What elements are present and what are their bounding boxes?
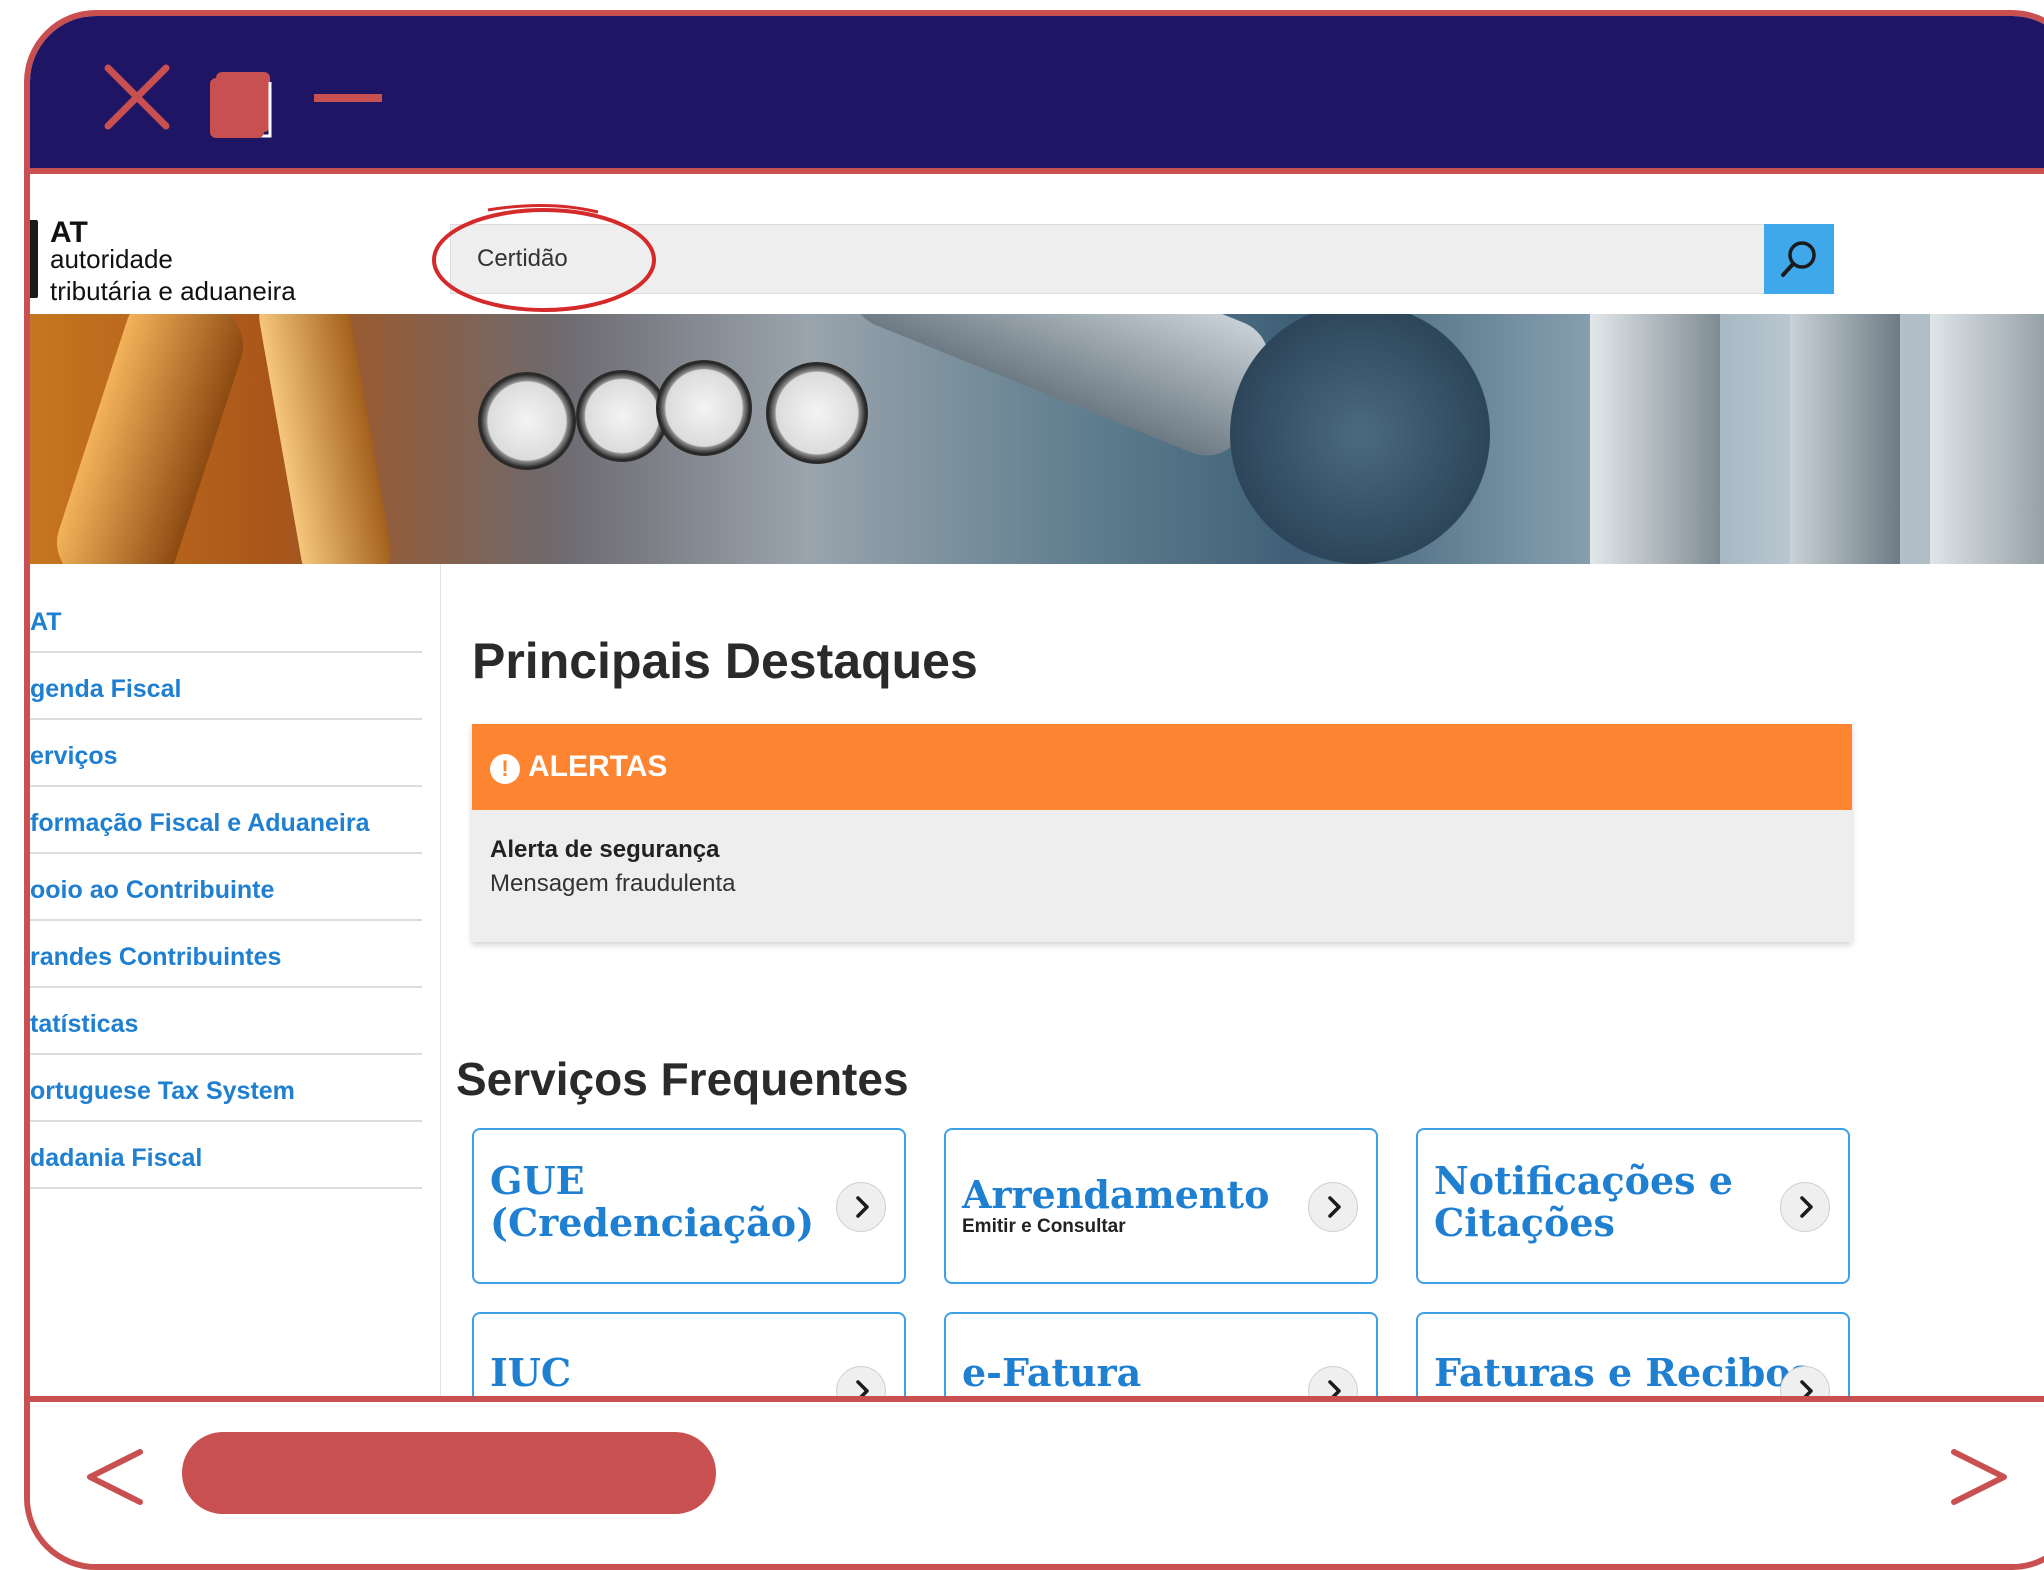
sidebar-item-at[interactable]: AT bbox=[30, 586, 422, 653]
gauge-image bbox=[766, 362, 868, 464]
sidebar-item-label: ooio ao Contribuinte bbox=[30, 876, 275, 904]
service-card-title-line2: (Credenciação) bbox=[490, 1200, 815, 1245]
sidebar-item-agenda-fiscal[interactable]: genda Fiscal bbox=[30, 653, 422, 720]
chevron-right-icon[interactable] bbox=[836, 1366, 886, 1396]
hero-banner-image bbox=[30, 314, 2044, 564]
services-heading: Serviços Frequentes bbox=[456, 1053, 909, 1105]
sidebar-item-estatisticas[interactable]: tatísticas bbox=[30, 988, 422, 1055]
service-card-efatura[interactable]: e-Fatura bbox=[944, 1312, 1378, 1396]
alert-item-title[interactable]: Alerta de segurança bbox=[490, 836, 719, 864]
sidebar-item-label: formação Fiscal e Aduaneira bbox=[30, 809, 370, 837]
service-card-title: IUC bbox=[490, 1350, 572, 1395]
chevron-right-icon[interactable] bbox=[1308, 1182, 1358, 1232]
browser-window: AT autoridade tributária e aduaneira Cer… bbox=[24, 10, 2044, 1570]
service-card-title-line2: Citações bbox=[1434, 1200, 1615, 1245]
service-card-subtitle: Emitir e Consultar bbox=[962, 1216, 1126, 1237]
alert-exclamation-icon: ! bbox=[490, 754, 520, 784]
service-card-iuc[interactable]: IUC bbox=[472, 1312, 906, 1396]
minimize-icon[interactable] bbox=[314, 94, 382, 102]
sidebar-item-label: ortuguese Tax System bbox=[30, 1077, 295, 1105]
alert-item-text[interactable]: Mensagem fraudulenta bbox=[490, 870, 735, 898]
service-card-faturas-recibos[interactable]: Faturas e Recibos bbox=[1416, 1312, 1850, 1396]
service-card-title: e-Fatura bbox=[962, 1350, 1142, 1395]
search-input[interactable] bbox=[477, 225, 1727, 293]
service-card-title: Faturas e Recibos bbox=[1434, 1350, 1813, 1395]
sidebar-item-servicos[interactable]: erviços bbox=[30, 720, 422, 787]
address-bar[interactable] bbox=[182, 1432, 716, 1514]
sidebar-item-informacao-fiscal[interactable]: formação Fiscal e Aduaneira bbox=[30, 787, 422, 854]
sidebar-item-apoio-contribuinte[interactable]: ooio ao Contribuinte bbox=[30, 854, 422, 921]
alerts-panel: ! ALERTAS Alerta de segurança Mensagem f… bbox=[472, 724, 1852, 942]
alerts-header: ! ALERTAS bbox=[472, 724, 1852, 810]
sidebar-nav: AT genda Fiscal erviços formação Fiscal … bbox=[30, 564, 441, 1396]
gauge-image bbox=[656, 360, 752, 456]
sidebar-item-grandes-contribuintes[interactable]: randes Contribuintes bbox=[30, 921, 422, 988]
service-card-gue[interactable]: GUE (Credenciação) bbox=[472, 1128, 906, 1284]
highlights-heading: Principais Destaques bbox=[472, 633, 978, 689]
at-logo[interactable]: AT autoridade tributária e aduaneira bbox=[30, 216, 360, 306]
highlight-ellipse-annotation bbox=[432, 203, 656, 312]
logo-line-1: autoridade bbox=[50, 244, 173, 274]
logo-emblem bbox=[30, 220, 38, 298]
service-card-notificacoes[interactable]: Notificações e Citações bbox=[1416, 1128, 1850, 1284]
close-icon[interactable] bbox=[102, 62, 172, 132]
service-card-title: Notificações e bbox=[1434, 1158, 1733, 1203]
logo-line-2: tributária e aduaneira bbox=[50, 276, 296, 306]
sidebar-item-label: tatísticas bbox=[30, 1010, 139, 1038]
web-page: AT autoridade tributária e aduaneira Cer… bbox=[30, 174, 2044, 1396]
service-card-title: Arrendamento bbox=[962, 1172, 1270, 1217]
gauge-image bbox=[478, 372, 576, 470]
gauge-image bbox=[576, 370, 668, 462]
sidebar-item-label: erviços bbox=[30, 742, 118, 770]
chevron-right-icon[interactable] bbox=[836, 1182, 886, 1232]
search-icon bbox=[1781, 241, 1816, 277]
chevron-right-icon[interactable] bbox=[1944, 1442, 2014, 1512]
sidebar-item-portuguese-tax-system[interactable]: ortuguese Tax System bbox=[30, 1055, 422, 1122]
chevron-left-icon[interactable] bbox=[80, 1442, 150, 1512]
browser-bottom-bar bbox=[30, 1396, 2044, 1564]
search-button[interactable] bbox=[1764, 224, 1834, 294]
maximize-icon[interactable] bbox=[208, 70, 278, 140]
chevron-right-icon[interactable] bbox=[1308, 1366, 1358, 1396]
sidebar-item-label: randes Contribuintes bbox=[30, 943, 282, 971]
sidebar-item-label: genda Fiscal bbox=[30, 675, 182, 703]
chevron-right-icon[interactable] bbox=[1780, 1182, 1830, 1232]
service-card-title: GUE bbox=[490, 1158, 585, 1203]
alerts-heading: ALERTAS bbox=[528, 750, 668, 783]
service-card-arrendamento[interactable]: Arrendamento Emitir e Consultar bbox=[944, 1128, 1378, 1284]
sidebar-item-cidadania-fiscal[interactable]: dadania Fiscal bbox=[30, 1122, 422, 1189]
window-titlebar bbox=[30, 16, 2044, 174]
sidebar-item-label: AT bbox=[30, 608, 62, 636]
sidebar-item-label: dadania Fiscal bbox=[30, 1144, 203, 1172]
